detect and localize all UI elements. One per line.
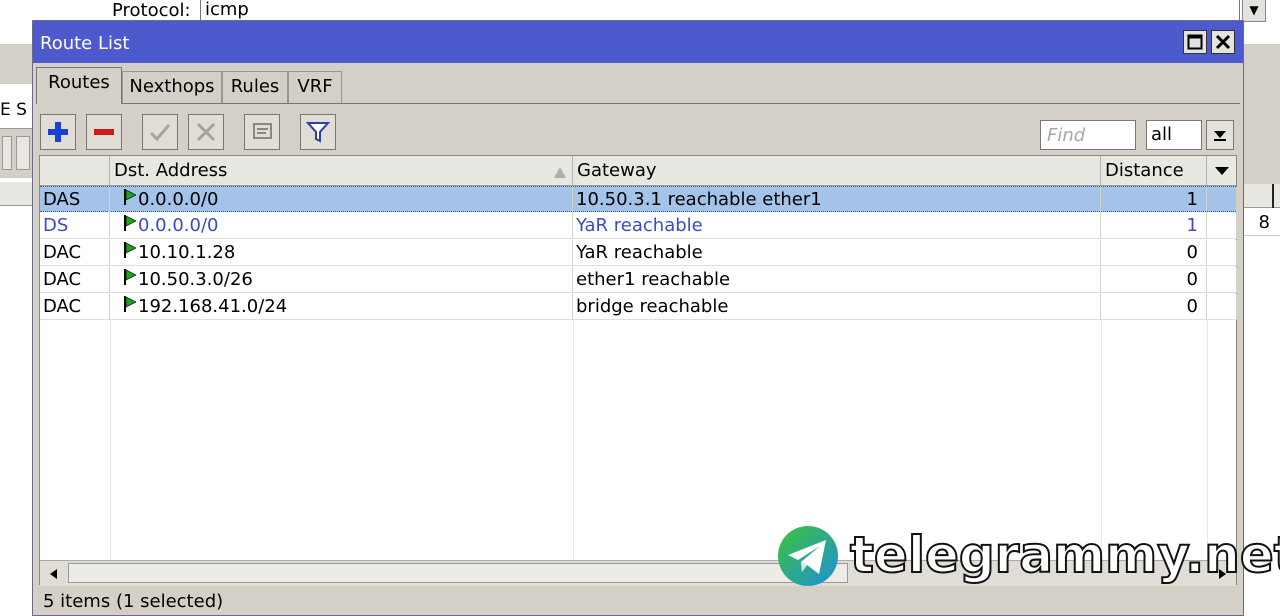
table-row[interactable]: DAC 10.50.3.0/26 ether1 reachable 0	[40, 267, 1237, 293]
dst-address-text: 0.0.0.0/0	[138, 189, 219, 210]
x-icon	[196, 122, 216, 142]
column-divider	[573, 320, 574, 562]
plus-icon	[48, 122, 68, 142]
background-table-header-right	[1244, 184, 1280, 208]
background-tab-fragment: E S	[0, 100, 27, 120]
tab-nexthops[interactable]: Nexthops	[122, 71, 222, 103]
maximize-button[interactable]	[1183, 30, 1207, 54]
background-button[interactable]	[2, 136, 12, 170]
close-button[interactable]	[1211, 30, 1235, 54]
chevron-down-icon[interactable]: ▼	[1242, 0, 1266, 22]
minus-icon	[94, 129, 114, 135]
dst-address-text: 192.168.41.0/24	[138, 296, 288, 317]
route-flag-icon	[124, 213, 137, 239]
filter-icon	[306, 122, 330, 143]
check-icon	[149, 124, 171, 142]
comment-button[interactable]	[244, 114, 280, 150]
scope-select[interactable]: all	[1146, 120, 1202, 150]
chevron-down-icon	[1214, 131, 1226, 141]
background-table-header	[0, 182, 32, 206]
dst-address-text: 10.10.1.28	[138, 242, 236, 263]
cell-extra	[1207, 267, 1237, 293]
watermark: telegrammy.net	[776, 524, 1280, 590]
tab-rules[interactable]: Rules	[222, 71, 288, 103]
cell-flags: DAC	[40, 294, 110, 320]
cell-distance: 1	[1101, 187, 1207, 213]
background-button[interactable]	[16, 136, 30, 170]
scroll-left-button[interactable]	[42, 563, 66, 585]
enable-button[interactable]	[142, 114, 178, 150]
column-divider	[110, 320, 111, 562]
dst-address-text: 10.50.3.0/26	[138, 269, 253, 290]
column-header-gateway[interactable]: Gateway	[573, 156, 1101, 186]
column-header-flags[interactable]	[40, 156, 110, 186]
table-row[interactable]: DAC 10.10.1.28 YaR reachable 0	[40, 240, 1237, 266]
maximize-icon	[1187, 34, 1203, 50]
filter-button[interactable]	[300, 114, 336, 150]
cell-dst-address: 192.168.41.0/24	[110, 294, 573, 320]
background-panel-left	[0, 44, 32, 84]
cell-flags: DAC	[40, 267, 110, 293]
arrow-left-icon	[50, 569, 57, 579]
protocol-label: Protocol:	[112, 0, 191, 21]
route-flag-icon	[124, 294, 137, 320]
disable-button[interactable]	[188, 114, 224, 150]
protocol-field[interactable]: icmp	[200, 0, 1240, 22]
cell-gateway: YaR reachable	[573, 213, 1101, 239]
background-panel-right	[1244, 44, 1280, 184]
remove-button[interactable]	[86, 114, 122, 150]
comment-icon	[253, 123, 272, 139]
cell-flags: DAS	[40, 187, 110, 213]
window-titlebar[interactable]: Route List	[33, 21, 1243, 63]
toolbar: all	[36, 103, 1240, 153]
window-title: Route List	[40, 33, 130, 54]
cell-extra	[1207, 213, 1237, 239]
route-table: Dst. Address Gateway Distance DAS 0.0.0.0…	[39, 155, 1237, 586]
cell-dst-address: 10.10.1.28	[110, 240, 573, 266]
find-input[interactable]	[1040, 120, 1136, 150]
cell-flags: DS	[40, 213, 110, 239]
table-row[interactable]: DAC 192.168.41.0/24 bridge reachable 0	[40, 294, 1237, 320]
table-header: Dst. Address Gateway Distance	[40, 156, 1236, 186]
cell-distance: 0	[1101, 267, 1207, 293]
column-header-label: Dst. Address	[114, 160, 228, 181]
status-bar: 5 items (1 selected)	[43, 591, 224, 612]
cell-dst-address: 10.50.3.0/26	[110, 267, 573, 293]
cell-gateway: bridge reachable	[573, 294, 1101, 320]
column-header-dst-address[interactable]: Dst. Address	[110, 156, 573, 186]
telegram-logo-icon	[778, 526, 838, 586]
cell-gateway: YaR reachable	[573, 240, 1101, 266]
cell-dst-address: 0.0.0.0/0	[110, 213, 573, 239]
cell-gateway: ether1 reachable	[573, 267, 1101, 293]
chevron-down-icon	[1215, 167, 1229, 175]
table-row[interactable]: DAS 0.0.0.0/0 10.50.3.1 reachable ether1 1	[40, 186, 1237, 213]
route-flag-icon	[124, 267, 137, 293]
table-row[interactable]: DS 0.0.0.0/0 YaR reachable 1	[40, 213, 1237, 239]
cell-extra	[1207, 187, 1237, 213]
scrollbar-thumb[interactable]	[68, 563, 848, 583]
tab-routes[interactable]: Routes	[36, 67, 122, 104]
dst-address-text: 0.0.0.0/0	[138, 215, 219, 236]
scope-dropdown-button[interactable]	[1206, 120, 1234, 150]
column-divider	[1272, 184, 1274, 208]
cell-extra	[1207, 294, 1237, 320]
route-flag-icon	[124, 240, 137, 266]
cell-flags: DAC	[40, 240, 110, 266]
tab-vrf[interactable]: VRF	[288, 71, 342, 103]
background-cell: 8	[1244, 210, 1280, 236]
cell-dst-address: 0.0.0.0/0	[110, 187, 573, 213]
column-chooser-button[interactable]	[1207, 156, 1237, 186]
cell-distance: 0	[1101, 240, 1207, 266]
cell-gateway: 10.50.3.1 reachable ether1	[573, 187, 1101, 213]
cell-extra	[1207, 240, 1237, 266]
cell-distance: 1	[1101, 213, 1207, 239]
route-flag-icon	[124, 187, 137, 213]
watermark-text: telegrammy.net	[849, 525, 1280, 585]
add-button[interactable]	[40, 114, 76, 150]
column-header-distance[interactable]: Distance	[1101, 156, 1207, 186]
close-icon	[1215, 34, 1231, 50]
sort-ascending-icon	[554, 167, 566, 178]
cell-distance: 0	[1101, 294, 1207, 320]
